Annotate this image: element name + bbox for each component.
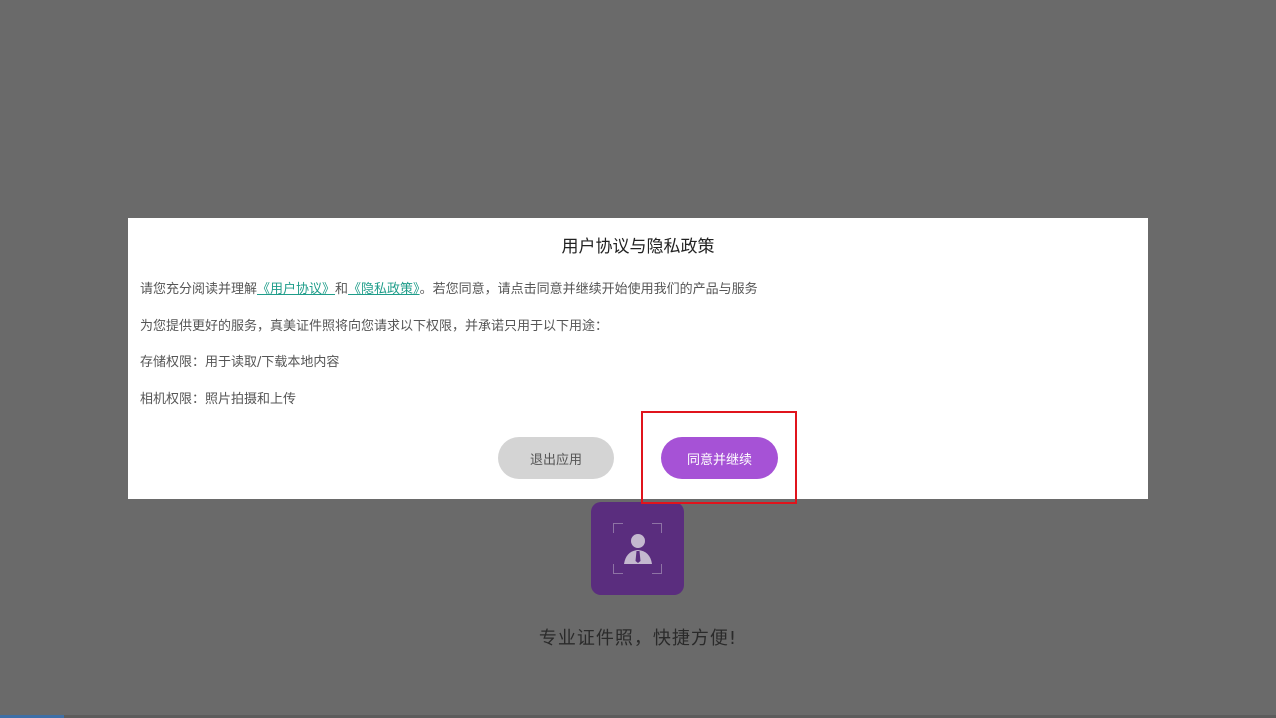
privacy-dialog: 用户协议与隐私政策 请您充分阅读并理解《用户协议》和《隐私政策》。若您同意，请点… bbox=[128, 218, 1148, 499]
exit-app-button[interactable]: 退出应用 bbox=[498, 437, 614, 479]
id-photo-person-icon bbox=[624, 534, 652, 564]
agree-continue-button[interactable]: 同意并继续 bbox=[661, 437, 778, 479]
intro-prefix: 请您充分阅读并理解 bbox=[140, 282, 258, 297]
privacy-policy-link[interactable]: 《隐私政策》 bbox=[348, 282, 420, 297]
app-slogan: 专业证件照，快捷方便! bbox=[538, 628, 738, 649]
user-agreement-link[interactable]: 《用户协议》 bbox=[257, 282, 335, 297]
app-logo bbox=[591, 502, 684, 595]
dialog-intro-line: 请您充分阅读并理解《用户协议》和《隐私政策》。若您同意，请点击同意并继续开始使用… bbox=[140, 278, 758, 297]
intro-suffix: 。若您同意，请点击同意并继续开始使用我们的产品与服务 bbox=[419, 282, 758, 297]
dialog-title: 用户协议与隐私政策 bbox=[561, 237, 715, 257]
storage-permission-line: 存储权限：用于读取/下载本地内容 bbox=[140, 355, 340, 370]
permission-intro-line: 为您提供更好的服务，真美证件照将向您请求以下权限，并承诺只用于以下用途： bbox=[140, 319, 609, 334]
screen: 专业证件照，快捷方便! 用户协议与隐私政策 请您充分阅读并理解《用户协议》和《隐… bbox=[0, 0, 1276, 718]
intro-and: 和 bbox=[335, 282, 349, 297]
camera-permission-line: 相机权限：照片拍摄和上传 bbox=[140, 392, 297, 407]
